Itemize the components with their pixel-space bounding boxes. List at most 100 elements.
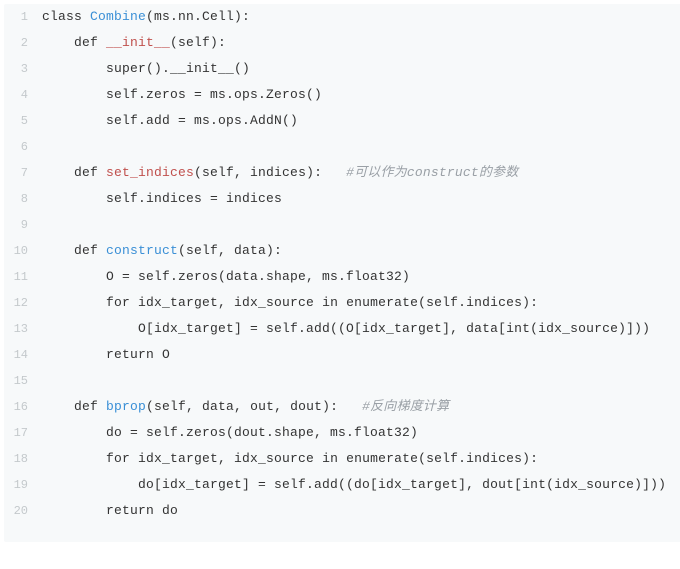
code-line: 12 for idx_target, idx_source in enumera… [4,290,680,316]
code-token: O[idx_target] = self.add((O[idx_target],… [42,321,650,336]
code-token: for [106,451,130,466]
code-token: (self): [170,35,226,50]
line-number: 3 [4,56,42,82]
line-number: 20 [4,498,42,524]
line-number: 6 [4,134,42,160]
code-token: in [322,451,338,466]
code-line: 14 return O [4,342,680,368]
code-token [42,295,106,310]
code-block: 1class Combine(ms.nn.Cell):2 def __init_… [4,4,680,542]
code-text: self.zeros = ms.ops.Zeros() [42,82,322,108]
code-text: do = self.zeros(dout.shape, ms.float32) [42,420,418,446]
line-number: 5 [4,108,42,134]
code-text: O[idx_target] = self.add((O[idx_target],… [42,316,650,342]
code-token: bprop [106,399,146,414]
line-number: 11 [4,264,42,290]
code-token: (self, indices): [194,165,346,180]
code-token: O [154,347,170,362]
code-text: class Combine(ms.nn.Cell): [42,4,250,30]
code-text: for idx_target, idx_source in enumerate(… [42,290,538,316]
code-text: for idx_target, idx_source in enumerate(… [42,446,538,472]
code-token: enumerate(self.indices): [338,451,538,466]
line-number: 4 [4,82,42,108]
code-token [42,243,74,258]
code-text: def bprop(self, data, out, dout): #反向梯度计… [42,394,449,420]
code-line: 6 [4,134,680,160]
code-text: def __init__(self): [42,30,226,56]
code-line: 10 def construct(self, data): [4,238,680,264]
line-number: 19 [4,472,42,498]
code-line: 11 O = self.zeros(data.shape, ms.float32… [4,264,680,290]
code-token: self.add = ms.ops.AddN() [42,113,298,128]
line-number: 17 [4,420,42,446]
line-number: 16 [4,394,42,420]
code-text: return do [42,498,178,524]
code-line: 8 self.indices = indices [4,186,680,212]
code-token: __init__ [106,35,170,50]
line-number: 12 [4,290,42,316]
code-token: do[idx_target] = self.add((do[idx_target… [42,477,666,492]
code-token [42,399,74,414]
line-number: 15 [4,368,42,394]
code-token: #可以作为construct的参数 [346,165,518,180]
code-line: 4 self.zeros = ms.ops.Zeros() [4,82,680,108]
code-token [42,451,106,466]
code-token: idx_target, idx_source [130,451,322,466]
line-number: 13 [4,316,42,342]
code-token: O = self.zeros(data.shape, ms.float32) [42,269,410,284]
code-text: O = self.zeros(data.shape, ms.float32) [42,264,410,290]
code-token [42,35,74,50]
code-line: 7 def set_indices(self, indices): #可以作为c… [4,160,680,186]
code-token: #反向梯度计算 [362,399,449,414]
code-token: (self, data): [178,243,282,258]
code-token: (self, data, out, dout): [146,399,362,414]
code-scroll-region[interactable]: 1class Combine(ms.nn.Cell):2 def __init_… [4,4,680,524]
code-token: for [106,295,130,310]
code-line: 5 self.add = ms.ops.AddN() [4,108,680,134]
code-line: 18 for idx_target, idx_source in enumera… [4,446,680,472]
line-number: 10 [4,238,42,264]
line-number: 14 [4,342,42,368]
code-token: construct [106,243,178,258]
code-line: 16 def bprop(self, data, out, dout): #反向… [4,394,680,420]
code-token [42,503,106,518]
line-number: 8 [4,186,42,212]
code-token: Combine [90,9,146,24]
code-token: def [74,35,106,50]
line-number: 7 [4,160,42,186]
code-text: self.add = ms.ops.AddN() [42,108,298,134]
code-token: def [74,243,106,258]
code-text: super().__init__() [42,56,250,82]
code-token [42,347,106,362]
code-token: def [74,399,106,414]
code-token: set_indices [106,165,194,180]
code-text: do[idx_target] = self.add((do[idx_target… [42,472,666,498]
line-number: 2 [4,30,42,56]
code-line: 20 return do [4,498,680,524]
code-line: 1class Combine(ms.nn.Cell): [4,4,680,30]
line-number: 9 [4,212,42,238]
code-token: (ms.nn.Cell): [146,9,250,24]
code-token [42,165,74,180]
code-token: self.indices = indices [42,191,282,206]
code-text: def construct(self, data): [42,238,282,264]
code-line: 17 do = self.zeros(dout.shape, ms.float3… [4,420,680,446]
code-line: 13 O[idx_target] = self.add((O[idx_targe… [4,316,680,342]
code-token: class [42,9,90,24]
code-line: 15 [4,368,680,394]
line-number: 1 [4,4,42,30]
code-token: do = self.zeros(dout.shape, ms.float32) [42,425,418,440]
code-token: do [154,503,178,518]
code-line: 2 def __init__(self): [4,30,680,56]
code-token: idx_target, idx_source [130,295,322,310]
code-token: return [106,503,154,518]
code-line: 3 super().__init__() [4,56,680,82]
code-text: def set_indices(self, indices): #可以作为con… [42,160,519,186]
code-text: return O [42,342,170,368]
code-token: def [74,165,106,180]
code-token: in [322,295,338,310]
code-line: 9 [4,212,680,238]
code-token: return [106,347,154,362]
code-content: 1class Combine(ms.nn.Cell):2 def __init_… [4,4,680,524]
code-line: 19 do[idx_target] = self.add((do[idx_tar… [4,472,680,498]
